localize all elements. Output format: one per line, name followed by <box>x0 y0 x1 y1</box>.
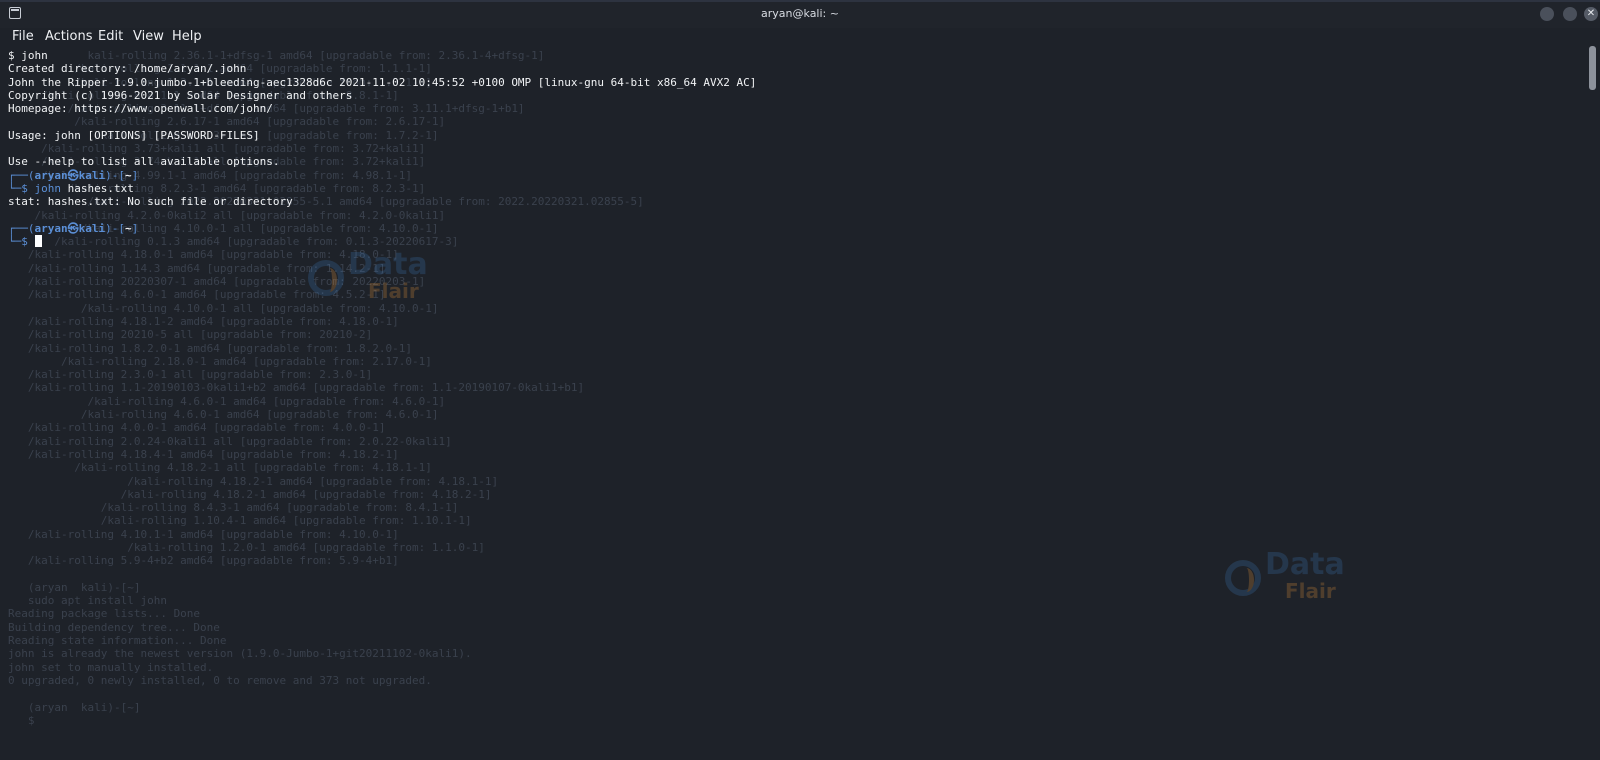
menu-view[interactable]: View <box>133 29 164 44</box>
menu-actions[interactable]: Actions <box>45 29 93 44</box>
output-line: Usage: john [OPTIONS] [PASSWORD-FILES] <box>8 128 260 142</box>
prompt-input-line[interactable]: └─$ <box>8 235 1583 248</box>
output-line: Homepage: https://www.openwall.com/john/ <box>8 102 273 116</box>
window-title: aryan@kali: ~ <box>761 7 839 20</box>
command-name: john <box>34 181 62 195</box>
window-titlebar: aryan@kali: ~ ✕ <box>0 0 1600 28</box>
menu-help[interactable]: Help <box>172 29 202 44</box>
prompt-path: ~ <box>124 221 132 235</box>
prompt-path: ~ <box>124 168 132 182</box>
close-button[interactable]: ✕ <box>1584 7 1598 21</box>
maximize-button[interactable] <box>1563 7 1577 21</box>
scrollbar-thumb[interactable] <box>1589 46 1596 90</box>
text-cursor <box>34 235 42 248</box>
menu-file[interactable]: File <box>12 29 34 44</box>
output-line: Use --help to list all available options… <box>8 155 280 169</box>
error-line: stat: hashes.txt: No such file or direct… <box>8 195 293 209</box>
output-line: Created directory: /home/aryan/.john <box>8 62 247 76</box>
output-line: $ john <box>8 49 48 62</box>
prompt-header: ┌──(aryan㉿kali)-[~] <box>8 168 139 182</box>
scrollbar[interactable] <box>1589 46 1596 746</box>
menu-edit[interactable]: Edit <box>98 29 123 44</box>
prompt-header: ┌──(aryan㉿kali)-[~] <box>8 221 139 235</box>
command-args: hashes.txt <box>61 181 134 195</box>
prompt-user: aryan㉿kali <box>34 221 106 235</box>
taskbar-strip <box>0 0 1600 2</box>
minimize-button[interactable] <box>1540 7 1554 21</box>
output-line: Copyright (c) 1996-2021 by Solar Designe… <box>8 88 353 102</box>
prompt-user: aryan㉿kali <box>34 168 106 182</box>
terminal-output[interactable]: $ john Created directory: /home/aryan/.j… <box>8 49 1583 749</box>
prompt-command-line: └─$ john hashes.txt <box>8 181 134 195</box>
output-line: John the Ripper 1.9.0-jumbo-1+bleeding-a… <box>8 75 757 89</box>
menu-bar: File Actions Edit View Help <box>0 28 1600 48</box>
